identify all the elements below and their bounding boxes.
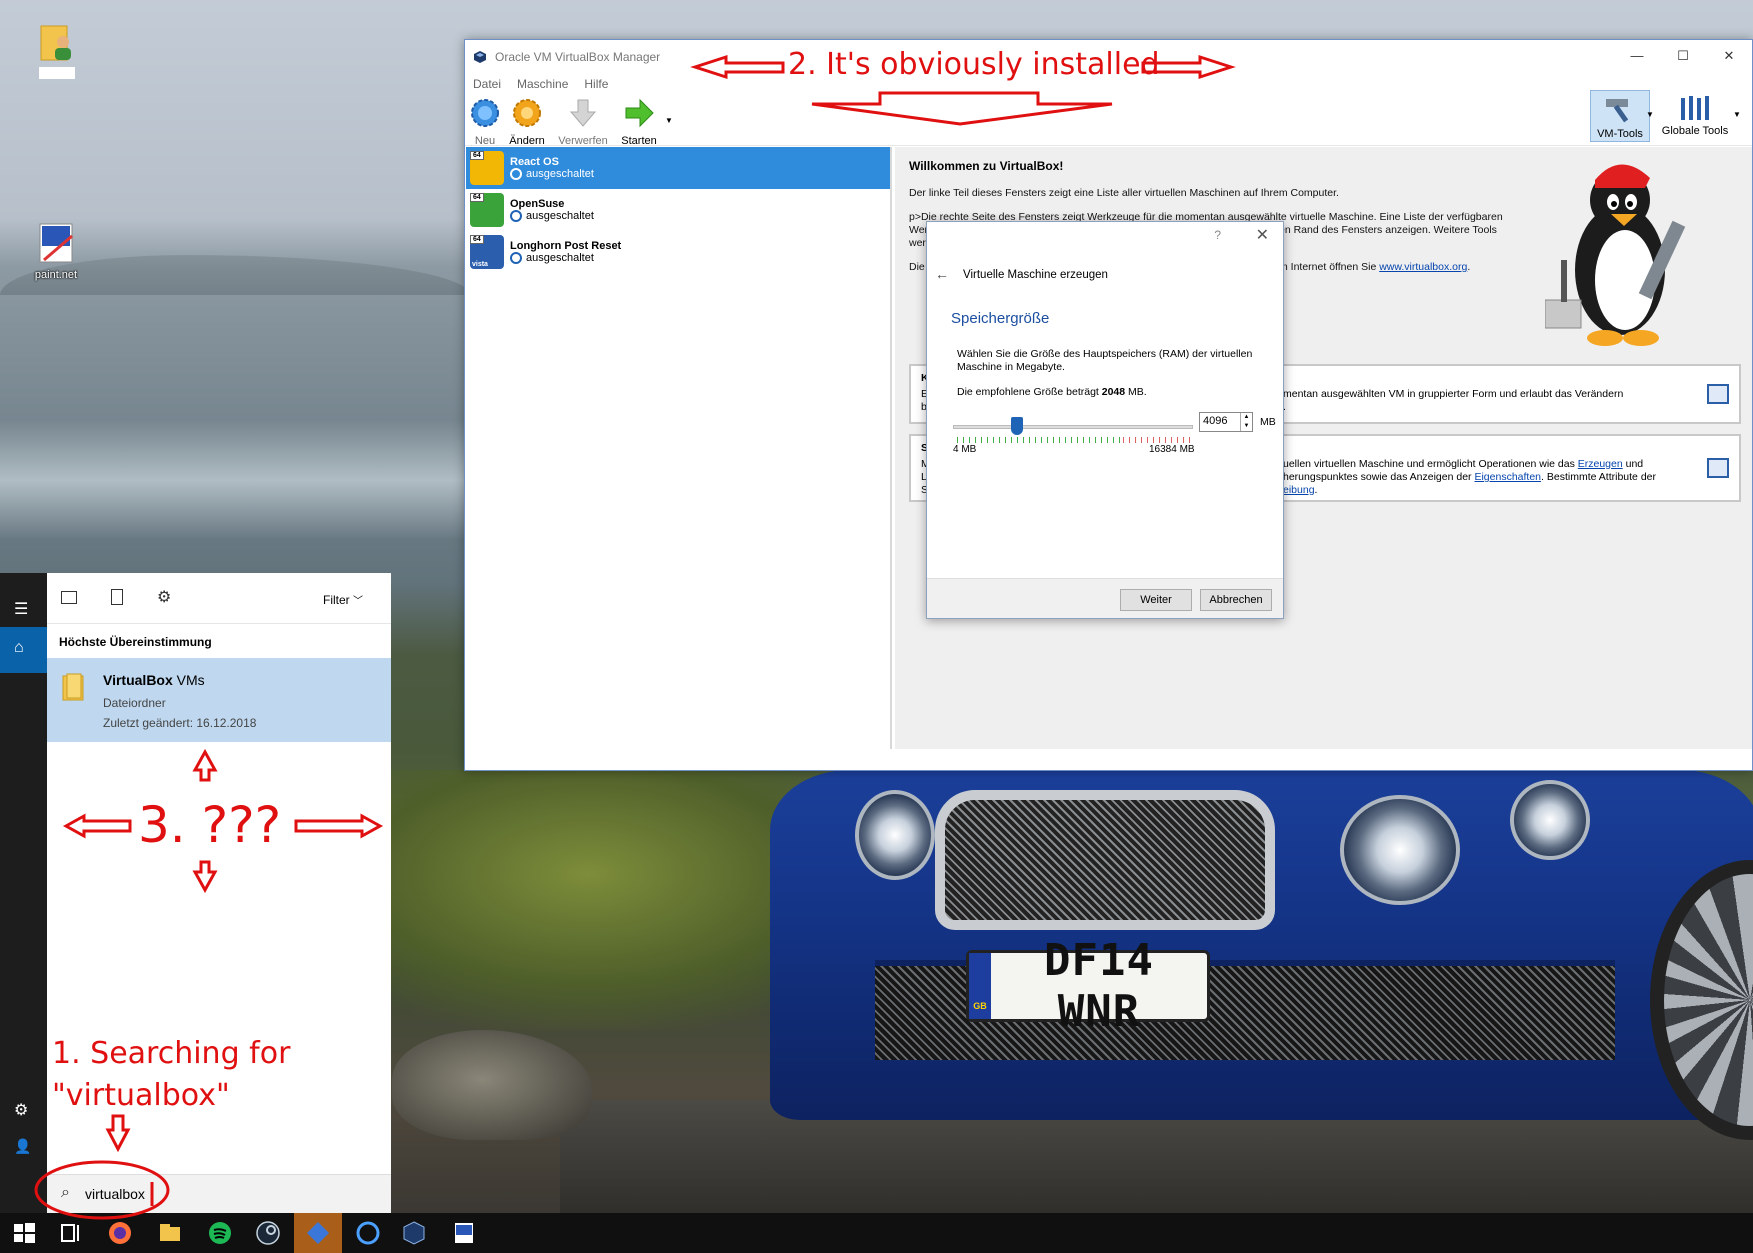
annotation-question: 3. ??? — [138, 796, 282, 854]
annotation-searching-query: "virtualbox" — [52, 1078, 230, 1113]
annotation-installed: 2. It's obviously installed — [788, 47, 1160, 82]
annotation-searching: 1. Searching for — [52, 1036, 291, 1071]
